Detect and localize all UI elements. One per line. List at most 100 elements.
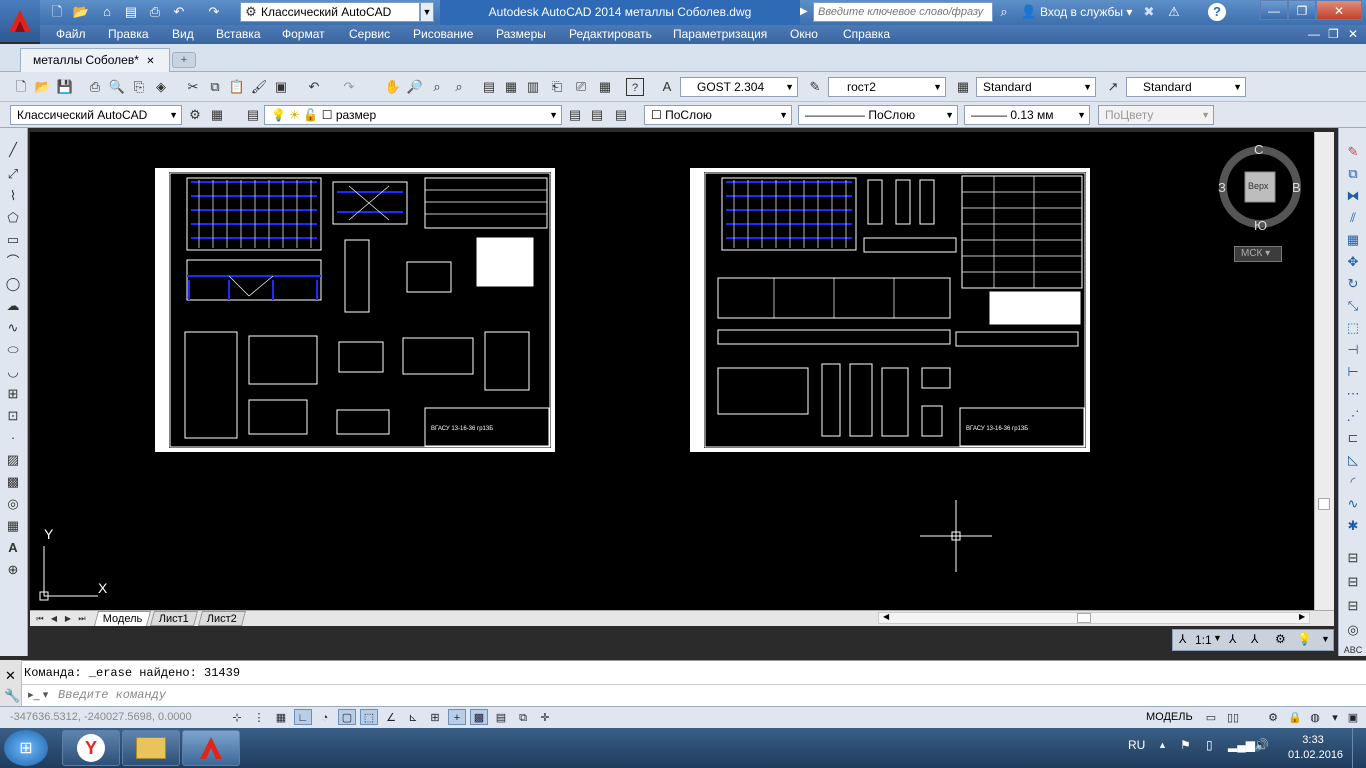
coordinates-display[interactable]: -347636.5312, -240027.5698, 0.0000 — [10, 708, 192, 726]
application-menu-button[interactable] — [0, 0, 40, 42]
join-icon[interactable]: ⊏ — [1343, 428, 1363, 448]
scale-icon[interactable]: ⤡ — [1343, 296, 1363, 316]
doc-restore-icon[interactable]: ❐ — [1328, 27, 1339, 41]
transparency-icon[interactable]: ▩ — [470, 709, 488, 725]
layer-previous-icon[interactable]: ▤ — [588, 106, 606, 124]
make-current-layer-icon[interactable]: ▤ — [566, 106, 584, 124]
quick-properties-icon[interactable]: ▤ — [492, 709, 510, 725]
move-icon[interactable]: ✥ — [1343, 252, 1363, 272]
annotation-visibility-icon[interactable]: ⅄ — [1229, 632, 1236, 646]
annotation-scale-icon[interactable]: ⅄ — [1179, 632, 1186, 646]
region-icon[interactable]: ◎ — [3, 494, 23, 514]
status-menu-icon[interactable]: ▾ — [1326, 709, 1344, 725]
break-icon[interactable]: ⋰ — [1343, 406, 1363, 426]
model-space-toggle[interactable]: МОДЕЛЬ — [1146, 709, 1193, 725]
dim-linear-icon[interactable]: ⊟ — [1343, 548, 1363, 568]
prev-tab-icon[interactable]: ◀ — [48, 612, 60, 625]
hardware-acceleration-icon[interactable]: ◍ — [1306, 709, 1324, 725]
copy-icon[interactable]: ⧉ — [206, 78, 224, 96]
viewcube-west[interactable]: З — [1218, 180, 1226, 195]
gradient-icon[interactable]: ▩ — [3, 472, 23, 492]
infer-constraints-icon[interactable]: ⊹ — [228, 709, 246, 725]
menu-edit[interactable]: Правка — [108, 27, 149, 41]
chamfer-icon[interactable]: ◺ — [1343, 450, 1363, 470]
status-menu-icon[interactable]: ▼ — [1321, 634, 1330, 644]
taskbar-explorer[interactable] — [122, 730, 180, 766]
insert-block-icon[interactable]: ⊞ — [3, 384, 23, 404]
explode-icon[interactable]: ✱ — [1343, 516, 1363, 536]
close-button[interactable]: ✕ — [1316, 0, 1362, 20]
ucs-menu-button[interactable]: МСК ▾ — [1234, 246, 1282, 262]
search-icon[interactable]: ⌕ — [995, 3, 1013, 21]
markup-icon[interactable]: ⎚ — [572, 78, 590, 96]
show-hidden-icons[interactable]: ▲ — [1158, 740, 1167, 750]
table-style-icon[interactable]: ▦ — [954, 78, 972, 96]
layer-select[interactable]: 💡 ☀ 🔓 ☐ размер ▼ — [264, 105, 562, 125]
isolate-objects-icon[interactable]: 💡 — [1297, 632, 1312, 646]
wrench-icon[interactable]: 🔧 — [4, 688, 20, 704]
circle-icon[interactable]: ◯ — [3, 274, 23, 294]
gear-icon[interactable]: ⚙ — [186, 106, 204, 124]
block-editor-icon[interactable]: ▣ — [272, 78, 290, 96]
publish-icon[interactable]: ⎘ — [130, 78, 148, 96]
horizontal-scroll-thumb[interactable] — [1077, 613, 1091, 623]
cut-icon[interactable]: ✂ — [184, 78, 202, 96]
plot-icon[interactable]: ⎙ — [86, 78, 104, 96]
exchange-icon[interactable]: ✖ — [1140, 3, 1158, 21]
polar-tracking-icon[interactable]: ◔ — [316, 709, 334, 725]
taskbar-autocad[interactable] — [182, 730, 240, 766]
sheet-set-icon[interactable]: ⎗ — [548, 78, 566, 96]
workspace-switch-icon[interactable]: ⚙ — [1275, 632, 1286, 646]
annotation-scale-value[interactable]: 1:1 — [1195, 633, 1212, 647]
spline-icon[interactable]: ∿ — [3, 318, 23, 338]
minimize-button[interactable]: — — [1260, 0, 1288, 20]
make-block-icon[interactable]: ⊡ — [3, 406, 23, 426]
dim-style-icon[interactable]: ✎ — [806, 78, 824, 96]
new-tab-button[interactable]: + — [172, 52, 196, 68]
dim-aligned-icon[interactable]: ⊟ — [1343, 572, 1363, 592]
menu-view[interactable]: Вид — [172, 27, 194, 41]
vertical-scroll-thumb[interactable] — [1318, 498, 1330, 510]
hatch-icon[interactable]: ▨ — [3, 450, 23, 470]
horizontal-scrollbar[interactable]: ◀ ▶ — [878, 612, 1310, 624]
selection-cycling-icon[interactable]: ⧉ — [514, 709, 532, 725]
menu-insert[interactable]: Вставка — [216, 27, 261, 41]
table-style-select[interactable]: Standard ▼ — [976, 77, 1096, 97]
dynamic-input-icon[interactable]: ⊞ — [426, 709, 444, 725]
maximize-button[interactable]: ❐ — [1288, 0, 1316, 20]
plot-preview-icon[interactable]: 🔍 — [108, 78, 126, 96]
erase-icon[interactable]: ✎ — [1343, 142, 1363, 162]
viewcube-south[interactable]: Ю — [1254, 218, 1267, 233]
rotate-icon[interactable]: ↻ — [1343, 274, 1363, 294]
extend-icon[interactable]: ⊢ — [1343, 362, 1363, 382]
workspace-dropdown-arrow[interactable]: ▼ — [420, 2, 434, 22]
file-tab-active[interactable]: металлы Соболев* ✕ — [20, 48, 170, 72]
lineweight-icon[interactable]: + — [448, 709, 466, 725]
command-input[interactable]: Введите команду — [0, 684, 1366, 706]
volume-icon[interactable]: 🔊 — [1254, 738, 1269, 752]
linetype-select[interactable]: ————— ПоСлою ▼ — [798, 105, 958, 125]
last-tab-icon[interactable]: ⏭ — [76, 612, 88, 625]
text-style-select[interactable]: GOST 2.304 ▼ — [680, 77, 798, 97]
scroll-right-icon[interactable]: ▶ — [1299, 612, 1305, 621]
language-indicator[interactable]: RU — [1128, 738, 1145, 752]
doc-minimize-icon[interactable]: — — [1308, 27, 1320, 41]
fillet-icon[interactable]: ◜ — [1343, 472, 1363, 492]
copy-object-icon[interactable]: ⧉ — [1343, 164, 1363, 184]
taskbar-yandex-browser[interactable]: Y — [62, 730, 120, 766]
save-icon[interactable]: 💾 — [56, 78, 74, 96]
snap-mode-icon[interactable]: ⋮ — [250, 709, 268, 725]
rectangle-icon[interactable]: ▭ — [3, 230, 23, 250]
sign-in-button[interactable]: Вход в службы ▾ — [1040, 0, 1132, 25]
auto-scale-icon[interactable]: ⅄ — [1251, 632, 1258, 646]
close-tab-icon[interactable]: ✕ — [146, 56, 154, 67]
vertical-scrollbar[interactable] — [1314, 132, 1334, 610]
save-icon[interactable]: ⌂ — [98, 3, 116, 21]
properties-icon[interactable]: ▤ — [480, 78, 498, 96]
stretch-icon[interactable]: ⬚ — [1343, 318, 1363, 338]
ortho-mode-icon[interactable]: ∟ — [294, 709, 312, 725]
zoom-window-icon[interactable]: ⌕ — [428, 78, 446, 96]
annotation-scale-dropdown-icon[interactable]: ▼ — [1213, 633, 1222, 643]
dim-style-select[interactable]: гост2 ▼ — [828, 77, 946, 97]
battery-icon[interactable]: ▯ — [1206, 738, 1213, 752]
